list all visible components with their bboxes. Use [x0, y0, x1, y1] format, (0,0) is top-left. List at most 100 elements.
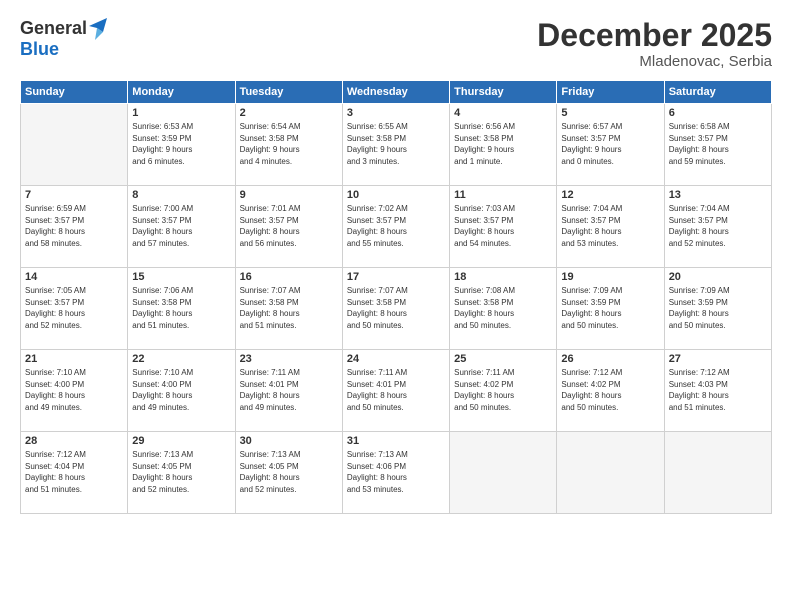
calendar-cell: 2 Sunrise: 6:54 AM Sunset: 3:58 PM Daylig… [235, 104, 342, 186]
header-cell-tuesday: Tuesday [235, 81, 342, 104]
day-info: Sunrise: 6:55 AM Sunset: 3:58 PM Dayligh… [347, 121, 445, 167]
day-info: Sunrise: 7:07 AM Sunset: 3:58 PM Dayligh… [347, 285, 445, 331]
day-number: 8 [132, 189, 230, 201]
day-number: 22 [132, 353, 230, 365]
day-info: Sunrise: 6:57 AM Sunset: 3:57 PM Dayligh… [561, 121, 659, 167]
header-cell-thursday: Thursday [450, 81, 557, 104]
header: General Blue December 2025 Mladenovac, S… [20, 18, 772, 70]
week-row-1: 1Sunrise: 6:53 AM Sunset: 3:59 PM Daylig… [21, 104, 772, 186]
location: Mladenovac, Serbia [537, 53, 772, 70]
day-info: Sunrise: 7:10 AM Sunset: 4:00 PM Dayligh… [132, 367, 230, 413]
calendar-cell: 11 Sunrise: 7:03 AM Sunset: 3:57 PM Dayli… [450, 186, 557, 268]
day-number: 29 [132, 435, 230, 447]
calendar-cell: 12 Sunrise: 7:04 AM Sunset: 3:57 PM Dayli… [557, 186, 664, 268]
calendar-cell [557, 432, 664, 514]
day-info: Sunrise: 6:59 AM Sunset: 3:57 PM Dayligh… [25, 203, 123, 249]
logo: General Blue [20, 18, 107, 60]
month-title: December 2025 [537, 18, 772, 53]
day-number: 15 [132, 271, 230, 283]
calendar-cell: 27Sunrise: 7:12 AM Sunset: 4:03 PM Dayli… [664, 350, 771, 432]
header-row: SundayMondayTuesdayWednesdayThursdayFrid… [21, 81, 772, 104]
day-number: 2 [240, 107, 338, 119]
calendar-cell: 31 Sunrise: 7:13 AM Sunset: 4:06 PM Dayli… [342, 432, 449, 514]
day-number: 24 [347, 353, 445, 365]
calendar-cell: 28Sunrise: 7:12 AM Sunset: 4:04 PM Dayli… [21, 432, 128, 514]
calendar-cell: 21 Sunrise: 7:10 AM Sunset: 4:00 PM Dayli… [21, 350, 128, 432]
title-block: December 2025 Mladenovac, Serbia [537, 18, 772, 70]
day-number: 4 [454, 107, 552, 119]
calendar-cell: 18 Sunrise: 7:08 AM Sunset: 3:58 PM Dayli… [450, 268, 557, 350]
week-row-5: 28Sunrise: 7:12 AM Sunset: 4:04 PM Dayli… [21, 432, 772, 514]
page: General Blue December 2025 Mladenovac, S… [0, 0, 792, 612]
day-info: Sunrise: 7:07 AM Sunset: 3:58 PM Dayligh… [240, 285, 338, 331]
calendar-cell: 29 Sunrise: 7:13 AM Sunset: 4:05 PM Dayli… [128, 432, 235, 514]
day-info: Sunrise: 7:04 AM Sunset: 3:57 PM Dayligh… [669, 203, 767, 249]
calendar-cell: 26 Sunrise: 7:12 AM Sunset: 4:02 PM Dayli… [557, 350, 664, 432]
day-info: Sunrise: 7:11 AM Sunset: 4:02 PM Dayligh… [454, 367, 552, 413]
calendar-cell: 25 Sunrise: 7:11 AM Sunset: 4:02 PM Dayli… [450, 350, 557, 432]
day-info: Sunrise: 7:08 AM Sunset: 3:58 PM Dayligh… [454, 285, 552, 331]
logo-general: General [20, 19, 87, 39]
calendar-cell: 20Sunrise: 7:09 AM Sunset: 3:59 PM Dayli… [664, 268, 771, 350]
calendar-table: SundayMondayTuesdayWednesdayThursdayFrid… [20, 80, 772, 514]
calendar-cell: 5 Sunrise: 6:57 AM Sunset: 3:57 PM Daylig… [557, 104, 664, 186]
day-info: Sunrise: 7:12 AM Sunset: 4:02 PM Dayligh… [561, 367, 659, 413]
calendar-cell: 9 Sunrise: 7:01 AM Sunset: 3:57 PM Daylig… [235, 186, 342, 268]
calendar-cell: 24 Sunrise: 7:11 AM Sunset: 4:01 PM Dayli… [342, 350, 449, 432]
day-number: 21 [25, 353, 123, 365]
day-number: 3 [347, 107, 445, 119]
day-info: Sunrise: 7:01 AM Sunset: 3:57 PM Dayligh… [240, 203, 338, 249]
day-number: 12 [561, 189, 659, 201]
day-number: 26 [561, 353, 659, 365]
day-info: Sunrise: 7:03 AM Sunset: 3:57 PM Dayligh… [454, 203, 552, 249]
calendar-cell: 16Sunrise: 7:07 AM Sunset: 3:58 PM Dayli… [235, 268, 342, 350]
calendar-cell: 30 Sunrise: 7:13 AM Sunset: 4:05 PM Dayli… [235, 432, 342, 514]
day-info: Sunrise: 6:56 AM Sunset: 3:58 PM Dayligh… [454, 121, 552, 167]
calendar-cell: 15 Sunrise: 7:06 AM Sunset: 3:58 PM Dayli… [128, 268, 235, 350]
calendar-cell: 8 Sunrise: 7:00 AM Sunset: 3:57 PM Daylig… [128, 186, 235, 268]
day-info: Sunrise: 6:58 AM Sunset: 3:57 PM Dayligh… [669, 121, 767, 167]
calendar-cell: 10Sunrise: 7:02 AM Sunset: 3:57 PM Dayli… [342, 186, 449, 268]
day-info: Sunrise: 7:04 AM Sunset: 3:57 PM Dayligh… [561, 203, 659, 249]
day-number: 31 [347, 435, 445, 447]
day-number: 30 [240, 435, 338, 447]
day-info: Sunrise: 7:12 AM Sunset: 4:04 PM Dayligh… [25, 449, 123, 495]
calendar-cell: 23Sunrise: 7:11 AM Sunset: 4:01 PM Dayli… [235, 350, 342, 432]
day-info: Sunrise: 7:13 AM Sunset: 4:06 PM Dayligh… [347, 449, 445, 495]
header-cell-wednesday: Wednesday [342, 81, 449, 104]
day-number: 6 [669, 107, 767, 119]
day-info: Sunrise: 7:13 AM Sunset: 4:05 PM Dayligh… [240, 449, 338, 495]
day-number: 9 [240, 189, 338, 201]
day-info: Sunrise: 7:02 AM Sunset: 3:57 PM Dayligh… [347, 203, 445, 249]
day-number: 11 [454, 189, 552, 201]
day-number: 19 [561, 271, 659, 283]
day-number: 5 [561, 107, 659, 119]
day-number: 17 [347, 271, 445, 283]
calendar-cell: 17 Sunrise: 7:07 AM Sunset: 3:58 PM Dayli… [342, 268, 449, 350]
calendar-cell: 3 Sunrise: 6:55 AM Sunset: 3:58 PM Daylig… [342, 104, 449, 186]
day-number: 20 [669, 271, 767, 283]
day-info: Sunrise: 7:13 AM Sunset: 4:05 PM Dayligh… [132, 449, 230, 495]
calendar-cell: 6 Sunrise: 6:58 AM Sunset: 3:57 PM Daylig… [664, 104, 771, 186]
week-row-3: 14Sunrise: 7:05 AM Sunset: 3:57 PM Dayli… [21, 268, 772, 350]
day-info: Sunrise: 7:00 AM Sunset: 3:57 PM Dayligh… [132, 203, 230, 249]
day-info: Sunrise: 7:06 AM Sunset: 3:58 PM Dayligh… [132, 285, 230, 331]
day-info: Sunrise: 7:09 AM Sunset: 3:59 PM Dayligh… [561, 285, 659, 331]
calendar-cell: 22 Sunrise: 7:10 AM Sunset: 4:00 PM Dayli… [128, 350, 235, 432]
calendar-cell [450, 432, 557, 514]
logo-blue: Blue [20, 40, 107, 60]
day-info: Sunrise: 7:11 AM Sunset: 4:01 PM Dayligh… [347, 367, 445, 413]
day-info: Sunrise: 7:10 AM Sunset: 4:00 PM Dayligh… [25, 367, 123, 413]
day-number: 23 [240, 353, 338, 365]
day-number: 13 [669, 189, 767, 201]
calendar-cell: 19 Sunrise: 7:09 AM Sunset: 3:59 PM Dayli… [557, 268, 664, 350]
day-number: 27 [669, 353, 767, 365]
day-info: Sunrise: 6:54 AM Sunset: 3:58 PM Dayligh… [240, 121, 338, 167]
day-number: 18 [454, 271, 552, 283]
day-number: 25 [454, 353, 552, 365]
header-cell-sunday: Sunday [21, 81, 128, 104]
day-info: Sunrise: 7:05 AM Sunset: 3:57 PM Dayligh… [25, 285, 123, 331]
calendar-cell: 7Sunrise: 6:59 AM Sunset: 3:57 PM Daylig… [21, 186, 128, 268]
header-cell-saturday: Saturday [664, 81, 771, 104]
header-cell-monday: Monday [128, 81, 235, 104]
